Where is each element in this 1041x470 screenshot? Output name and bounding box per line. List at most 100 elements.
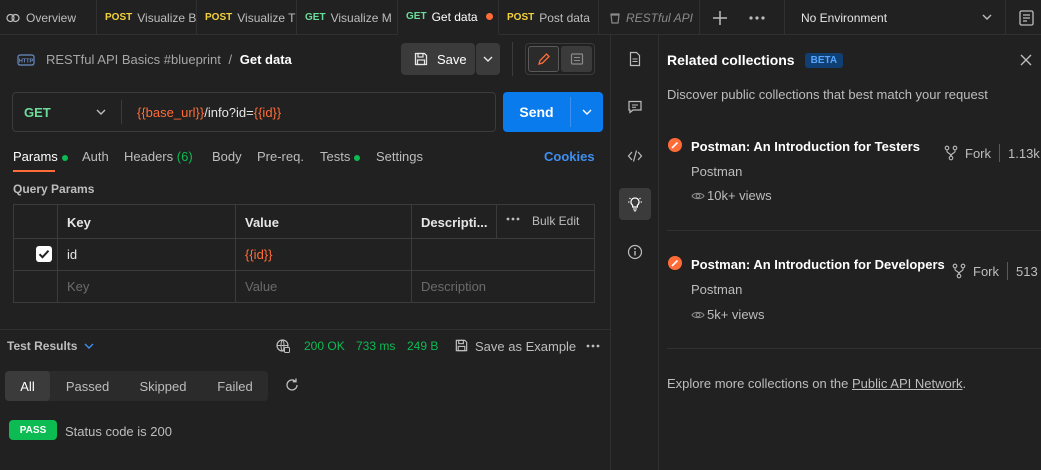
new-param-key-input[interactable]: Key — [67, 279, 89, 294]
tab-overview[interactable]: Overview — [0, 0, 97, 35]
chevron-down-icon — [482, 53, 494, 65]
new-tab-plus-icon[interactable] — [710, 8, 730, 28]
collection-author: Postman — [691, 164, 743, 179]
params-table: Key Value Descripti... Bulk Edit id {{id… — [13, 204, 595, 303]
method-badge: GET — [406, 11, 427, 22]
tab-params-label: Params — [13, 149, 58, 164]
filter-failed[interactable]: Failed — [205, 371, 265, 401]
method-badge: POST — [105, 12, 133, 23]
response-size[interactable]: 249 B — [407, 339, 438, 353]
code-icon[interactable] — [619, 140, 651, 172]
chevron-down-icon[interactable] — [83, 340, 95, 352]
fork-count: 1.13k — [1008, 145, 1040, 161]
active-dot-icon — [354, 154, 361, 161]
method-select[interactable]: GET — [13, 93, 121, 131]
public-api-network-link[interactable]: Public API Network — [852, 376, 963, 391]
headers-count: (6) — [176, 149, 193, 164]
grid-line — [57, 205, 58, 302]
tab-label: RESTful API — [626, 10, 693, 25]
new-param-description-input[interactable]: Description — [421, 279, 486, 294]
tab-visualize-m[interactable]: GET Visualize M — [297, 0, 398, 35]
param-key-input[interactable]: id — [67, 247, 77, 262]
refresh-icon[interactable] — [284, 377, 300, 393]
grid-line — [235, 205, 236, 302]
send-options-button[interactable] — [571, 92, 603, 132]
collection-title[interactable]: Postman: An Introduction for Testers — [691, 139, 920, 154]
tab-label: Post data — [539, 10, 590, 25]
collection-author: Postman — [691, 282, 743, 297]
column-header-description: Descripti... — [421, 215, 488, 230]
fork-button[interactable]: Fork 513 — [952, 262, 1038, 280]
more-options-icon[interactable] — [585, 338, 601, 354]
new-param-value-input[interactable]: Value — [245, 279, 277, 294]
related-header: Related collections BETA — [667, 52, 844, 68]
param-value-input[interactable]: {{id}} — [245, 247, 273, 262]
doc-mode-button[interactable] — [561, 46, 592, 72]
tab-post-data[interactable]: POST Post data — [499, 0, 599, 35]
url-variable-id: {{id}} — [253, 104, 282, 120]
fork-icon — [952, 263, 966, 279]
comments-icon[interactable] — [619, 91, 651, 123]
filter-passed[interactable]: Passed — [55, 371, 120, 401]
environment-label: No Environment — [801, 10, 888, 25]
fork-divider — [1007, 262, 1008, 280]
lightbulb-icon[interactable] — [619, 188, 651, 220]
tab-settings[interactable]: Settings — [376, 149, 423, 164]
query-params-title: Query Params — [13, 182, 95, 196]
save-as-example-button[interactable]: Save as Example — [475, 339, 576, 354]
fork-button[interactable]: Fork 1.13k — [944, 144, 1040, 162]
send-button[interactable]: Send — [503, 92, 570, 132]
fork-icon — [944, 145, 958, 161]
tab-visualize-t[interactable]: POST Visualize T — [197, 0, 297, 35]
close-icon[interactable] — [1019, 53, 1033, 67]
bulk-edit-button[interactable]: Bulk Edit — [532, 214, 579, 228]
tab-auth[interactable]: Auth — [82, 149, 109, 164]
url-input[interactable]: {{base_url}}/info?id= {{id}} — [122, 93, 494, 131]
network-globe-icon[interactable] — [275, 338, 291, 354]
response-time[interactable]: 733 ms — [356, 339, 395, 353]
fork-label: Fork — [973, 263, 999, 279]
pass-badge: PASS — [9, 420, 57, 440]
tab-headers[interactable]: Headers (6) — [124, 149, 193, 164]
documentation-icon[interactable] — [619, 43, 651, 75]
edit-mode-button[interactable] — [528, 46, 559, 72]
related-description: Discover public collections that best ma… — [667, 87, 988, 102]
tab-visualize-b[interactable]: POST Visualize B — [97, 0, 197, 35]
right-sidebar-rail — [611, 35, 659, 470]
tab-get-data[interactable]: GET Get data — [398, 0, 499, 35]
filter-all[interactable]: All — [5, 371, 50, 401]
test-results-title[interactable]: Test Results — [7, 339, 77, 353]
checkmark-icon — [38, 250, 50, 259]
filter-skipped[interactable]: Skipped — [129, 371, 197, 401]
save-options-button[interactable] — [476, 43, 500, 75]
breadcrumb-collection[interactable]: RESTful API Basics #blueprint — [46, 52, 221, 67]
collection-title[interactable]: Postman: An Introduction for Developers — [691, 257, 945, 272]
chevron-down-icon — [581, 106, 593, 118]
tab-body[interactable]: Body — [212, 149, 242, 164]
environment-quicklook-icon[interactable] — [1017, 8, 1037, 28]
save-label: Save — [437, 51, 467, 67]
tab-tests[interactable]: Tests — [320, 149, 361, 164]
grid-line — [496, 205, 497, 238]
environment-selector[interactable]: No Environment — [785, 0, 1005, 35]
request-name[interactable]: Get data — [240, 52, 292, 67]
beta-badge: BETA — [804, 52, 844, 68]
eye-icon — [691, 309, 705, 321]
tab-prereq[interactable]: Pre-req. — [257, 149, 304, 164]
response-status[interactable]: 200 OK — [304, 339, 345, 353]
tab-params[interactable]: Params — [13, 149, 68, 164]
svg-text:HTTP: HTTP — [19, 59, 34, 65]
collection-views: 10k+ views — [707, 188, 772, 203]
param-enabled-checkbox[interactable] — [36, 246, 52, 262]
active-tab-indicator — [13, 170, 55, 172]
param-description-input[interactable] — [411, 239, 594, 270]
more-options-icon[interactable] — [506, 209, 520, 229]
explore-prefix: Explore more collections on the — [667, 376, 852, 391]
more-tabs-icon[interactable] — [746, 8, 768, 28]
tab-restful-api[interactable]: RESTful API — [599, 0, 700, 35]
send-label: Send — [519, 104, 554, 120]
cookies-link[interactable]: Cookies — [544, 149, 595, 164]
info-icon[interactable] — [619, 236, 651, 268]
save-button[interactable]: Save — [401, 43, 475, 75]
collection-views: 5k+ views — [707, 307, 765, 322]
